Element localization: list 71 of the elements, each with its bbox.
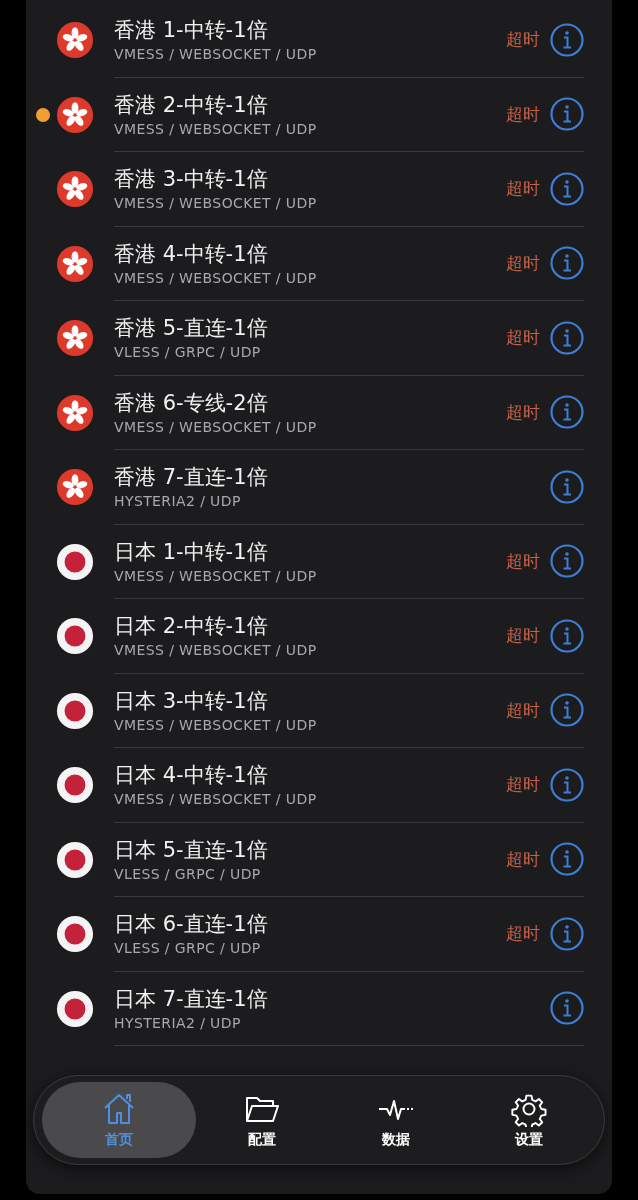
server-protocol: VMESS / WEBSOCKET / UDP <box>114 642 318 659</box>
latency-status: 超时 <box>506 549 540 573</box>
server-protocol: VMESS / WEBSOCKET / UDP <box>114 791 318 808</box>
server-name: 日本 7-直连-1倍 <box>114 985 269 1012</box>
flower-flag-icon <box>56 95 94 134</box>
server-name: 香港 7-直连-1倍 <box>114 464 269 491</box>
info-icon[interactable] <box>550 395 584 430</box>
info-icon[interactable] <box>550 246 584 281</box>
flower-flag-icon <box>56 319 94 358</box>
info-icon[interactable] <box>550 693 584 728</box>
server-protocol: VMESS / WEBSOCKET / UDP <box>114 120 318 137</box>
flower-flag-icon <box>56 244 94 283</box>
tab[interactable]: 数据 <box>329 1082 463 1158</box>
info-icon[interactable] <box>550 916 584 951</box>
latency-status: 超时 <box>506 400 540 424</box>
tab[interactable]: 配置 <box>195 1082 329 1158</box>
server-protocol: HYSTERIA2 / UDP <box>114 493 242 510</box>
server-name: 香港 4-中转-1倍 <box>114 240 269 267</box>
server-protocol: VMESS / WEBSOCKET / UDP <box>114 716 318 733</box>
latency-status: 超时 <box>506 698 540 722</box>
sun-flag-icon <box>56 766 94 805</box>
server-protocol: HYSTERIA2 / UDP <box>114 1014 242 1031</box>
server-name: 日本 1-中转-1倍 <box>114 538 269 565</box>
server-name: 香港 6-专线-2倍 <box>114 389 269 416</box>
server-protocol: VMESS / WEBSOCKET / UDP <box>114 567 318 584</box>
info-icon[interactable] <box>550 842 584 877</box>
info-icon[interactable] <box>550 618 584 653</box>
info-icon[interactable] <box>550 320 584 355</box>
info-icon[interactable] <box>550 767 584 802</box>
flower-flag-icon <box>56 393 94 432</box>
tab[interactable]: 设置 <box>462 1082 596 1158</box>
info-icon[interactable] <box>550 469 584 504</box>
sun-flag-icon <box>56 840 94 879</box>
server-name: 日本 6-直连-1倍 <box>114 911 269 938</box>
server-name: 日本 2-中转-1倍 <box>114 613 269 640</box>
sun-flag-icon <box>56 915 94 954</box>
server-name: 香港 3-中转-1倍 <box>114 166 269 193</box>
info-icon[interactable] <box>550 991 584 1026</box>
server-protocol: VMESS / WEBSOCKET / UDP <box>114 418 318 435</box>
server-name: 香港 1-中转-1倍 <box>114 17 269 44</box>
sun-flag-icon <box>56 617 94 656</box>
server-name: 日本 4-中转-1倍 <box>114 762 269 789</box>
server-name: 香港 2-中转-1倍 <box>114 91 269 118</box>
sun-flag-icon <box>56 989 94 1028</box>
latency-status: 超时 <box>506 28 540 52</box>
info-icon[interactable] <box>550 171 584 206</box>
latency-status: 超时 <box>506 922 540 946</box>
latency-status: 超时 <box>506 102 540 126</box>
server-protocol: VLESS / GRPC / UDP <box>114 344 262 361</box>
latency-status: 超时 <box>506 624 540 648</box>
latency-status: 超时 <box>506 251 540 275</box>
flower-flag-icon <box>56 21 94 60</box>
flower-flag-icon <box>56 468 94 507</box>
server-protocol: VMESS / WEBSOCKET / UDP <box>114 269 318 286</box>
server-name: 日本 3-中转-1倍 <box>114 687 269 714</box>
server-name: 香港 5-直连-1倍 <box>114 315 269 342</box>
latency-status: 超时 <box>506 847 540 871</box>
sun-flag-icon <box>56 691 94 730</box>
server-protocol: VLESS / GRPC / UDP <box>114 940 262 957</box>
server-protocol: VMESS / WEBSOCKET / UDP <box>114 46 318 63</box>
info-icon[interactable] <box>550 97 584 132</box>
server-protocol: VMESS / WEBSOCKET / UDP <box>114 195 318 212</box>
server-name: 日本 5-直连-1倍 <box>114 836 269 863</box>
latency-status: 超时 <box>506 177 540 201</box>
info-icon[interactable] <box>550 22 584 57</box>
flower-flag-icon <box>56 170 94 209</box>
info-icon[interactable] <box>550 544 584 579</box>
server-protocol: VLESS / GRPC / UDP <box>114 865 262 882</box>
sun-flag-icon <box>56 542 94 581</box>
latency-status: 超时 <box>506 326 540 350</box>
latency-status: 超时 <box>506 773 540 797</box>
